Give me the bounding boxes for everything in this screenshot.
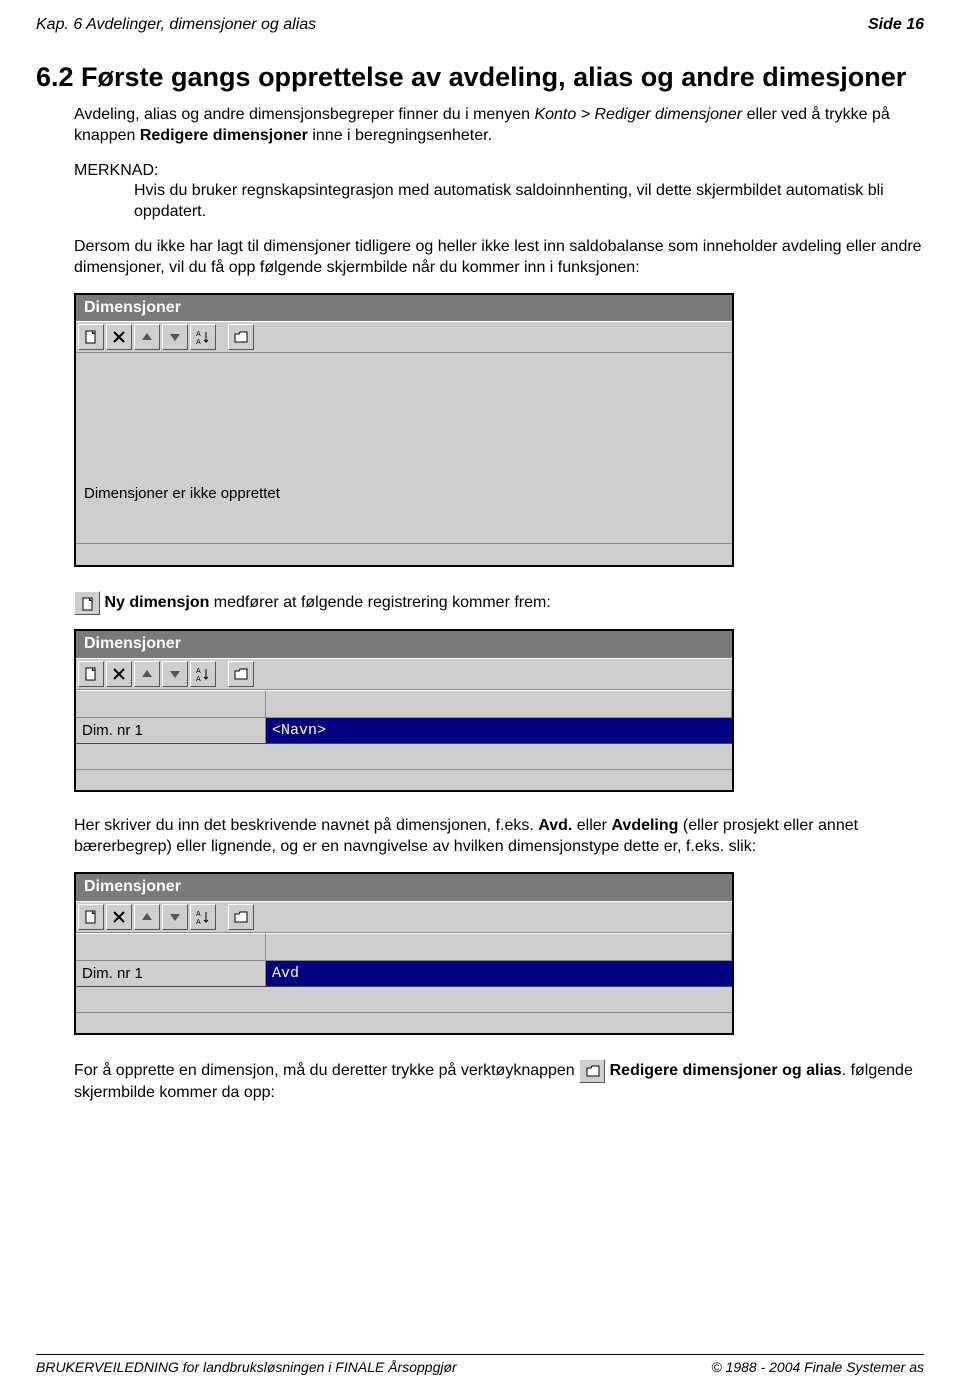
- status-bar: [76, 543, 732, 565]
- row-value[interactable]: Avd: [266, 961, 732, 986]
- move-down-button[interactable]: [162, 904, 188, 930]
- page-header: Kap. 6 Avdelinger, dimensjoner og alias …: [36, 16, 924, 34]
- dimensjoner-panel-navn: Dimensjoner Dim. nr 1 <Navn>: [74, 629, 734, 792]
- dimensjoner-panel-empty: Dimensjoner Dimensjoner er ikke opprette…: [74, 293, 734, 568]
- panel-body: Dim. nr 1 <Navn>: [76, 690, 732, 790]
- move-up-button[interactable]: [134, 904, 160, 930]
- new-button[interactable]: [78, 904, 104, 930]
- footer-row: [76, 770, 732, 790]
- dimensjoner-panel-avd: Dimensjoner Dim. nr 1 Avd: [74, 872, 734, 1035]
- page-footer: BRUKERVEILEDNING for landbruksløsningen …: [36, 1355, 924, 1375]
- blank-row: [76, 744, 732, 770]
- section-title: 6.2 Første gangs opprettelse av avdeling…: [36, 62, 924, 93]
- intro-paragraph: Avdeling, alias og andre dimensjonsbegre…: [74, 105, 924, 147]
- delete-button[interactable]: [106, 904, 132, 930]
- row-value[interactable]: <Navn>: [266, 718, 732, 743]
- selected-row[interactable]: Dim. nr 1 Avd: [76, 961, 732, 987]
- row-label: Dim. nr 1: [76, 961, 266, 986]
- toolbar: [76, 321, 732, 353]
- panel-body: Dimensjoner er ikke opprettet: [76, 353, 732, 543]
- empty-message: Dimensjoner er ikke opprettet: [84, 484, 280, 504]
- new-button[interactable]: [78, 324, 104, 350]
- sort-button[interactable]: [190, 324, 216, 350]
- header-left: Kap. 6 Avdelinger, dimensjoner og alias: [36, 16, 316, 34]
- new-button[interactable]: [78, 661, 104, 687]
- footer-right: © 1988 - 2004 Finale Systemer as: [711, 1359, 924, 1375]
- paragraph-2: Dersom du ikke har lagt til dimensjoner …: [74, 237, 924, 279]
- edit-dimensions-button[interactable]: [228, 661, 254, 687]
- paragraph-3: Her skriver du inn det beskrivende navne…: [74, 816, 924, 858]
- folder-icon: [579, 1059, 605, 1083]
- edit-dimensions-button[interactable]: [228, 904, 254, 930]
- footer-left: BRUKERVEILEDNING for landbruksløsningen …: [36, 1359, 457, 1375]
- header-page-number: Side 16: [868, 16, 924, 34]
- selected-row[interactable]: Dim. nr 1 <Navn>: [76, 718, 732, 744]
- toolbar: [76, 901, 732, 933]
- move-down-button[interactable]: [162, 324, 188, 350]
- delete-button[interactable]: [106, 661, 132, 687]
- move-up-button[interactable]: [134, 324, 160, 350]
- grid-header-row: [76, 690, 732, 718]
- panel-title: Dimensjoner: [76, 631, 732, 658]
- toolbar: [76, 658, 732, 690]
- merknad-block: MERKNAD: Hvis du bruker regnskapsintegra…: [74, 161, 924, 223]
- new-icon: [74, 591, 100, 615]
- delete-button[interactable]: [106, 324, 132, 350]
- grid-header-row: [76, 933, 732, 961]
- row-label: Dim. nr 1: [76, 718, 266, 743]
- merknad-body: Hvis du bruker regnskapsintegrasjon med …: [134, 181, 924, 223]
- edit-dimensions-button[interactable]: [228, 324, 254, 350]
- new-dimension-line: Ny dimensjon medfører at følgende regist…: [74, 591, 924, 615]
- panel-title: Dimensjoner: [76, 874, 732, 901]
- blank-row: [76, 987, 732, 1013]
- sort-button[interactable]: [190, 661, 216, 687]
- sort-button[interactable]: [190, 904, 216, 930]
- panel-body: Dim. nr 1 Avd: [76, 933, 732, 1033]
- merknad-label: MERKNAD:: [74, 161, 924, 182]
- footer-row: [76, 1013, 732, 1033]
- panel-title: Dimensjoner: [76, 295, 732, 322]
- move-up-button[interactable]: [134, 661, 160, 687]
- paragraph-4: For å opprette en dimensjon, må du deret…: [74, 1059, 924, 1104]
- move-down-button[interactable]: [162, 661, 188, 687]
